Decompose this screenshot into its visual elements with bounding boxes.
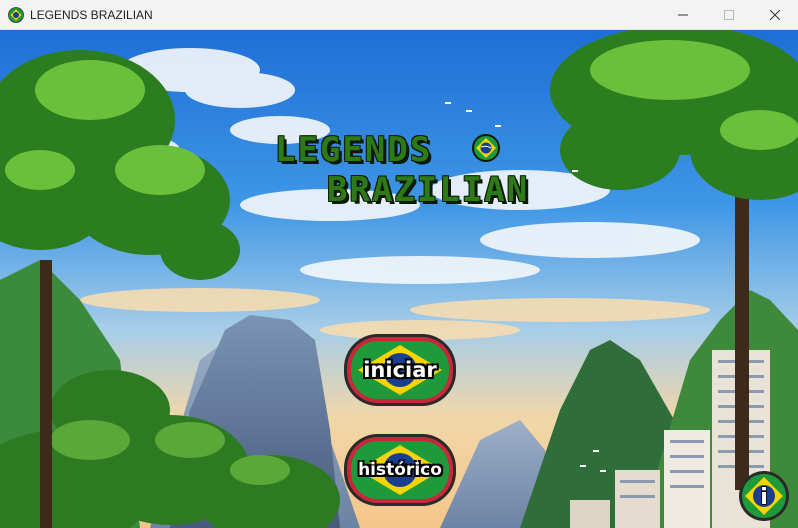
maximize-button[interactable] xyxy=(706,0,752,30)
window-title: LEGENDS BRAZILIAN xyxy=(30,7,153,22)
info-button[interactable]: i xyxy=(738,470,790,522)
close-button[interactable] xyxy=(752,0,798,30)
minimize-button[interactable] xyxy=(660,0,706,30)
window-controls xyxy=(660,0,798,30)
brazil-flag-icon xyxy=(8,6,24,23)
start-button-label: iniciar xyxy=(363,358,437,382)
info-icon: i xyxy=(739,471,789,521)
minimize-icon xyxy=(678,14,688,16)
close-icon xyxy=(770,10,780,20)
window-titlebar: LEGENDS BRAZILIAN xyxy=(0,0,798,30)
history-button[interactable]: histórico xyxy=(342,432,458,508)
game-scene: LEGENDS BRAZILIAN iniciar histórico i xyxy=(0,30,798,528)
start-button[interactable]: iniciar xyxy=(342,332,458,408)
info-label: i xyxy=(760,485,768,510)
game-title-line1: LEGENDS xyxy=(275,130,433,170)
history-button-label: histórico xyxy=(358,460,442,480)
game-title-line2: BRAZILIAN xyxy=(327,170,530,210)
maximize-icon xyxy=(724,10,734,20)
brazil-flag-icon xyxy=(472,134,500,162)
